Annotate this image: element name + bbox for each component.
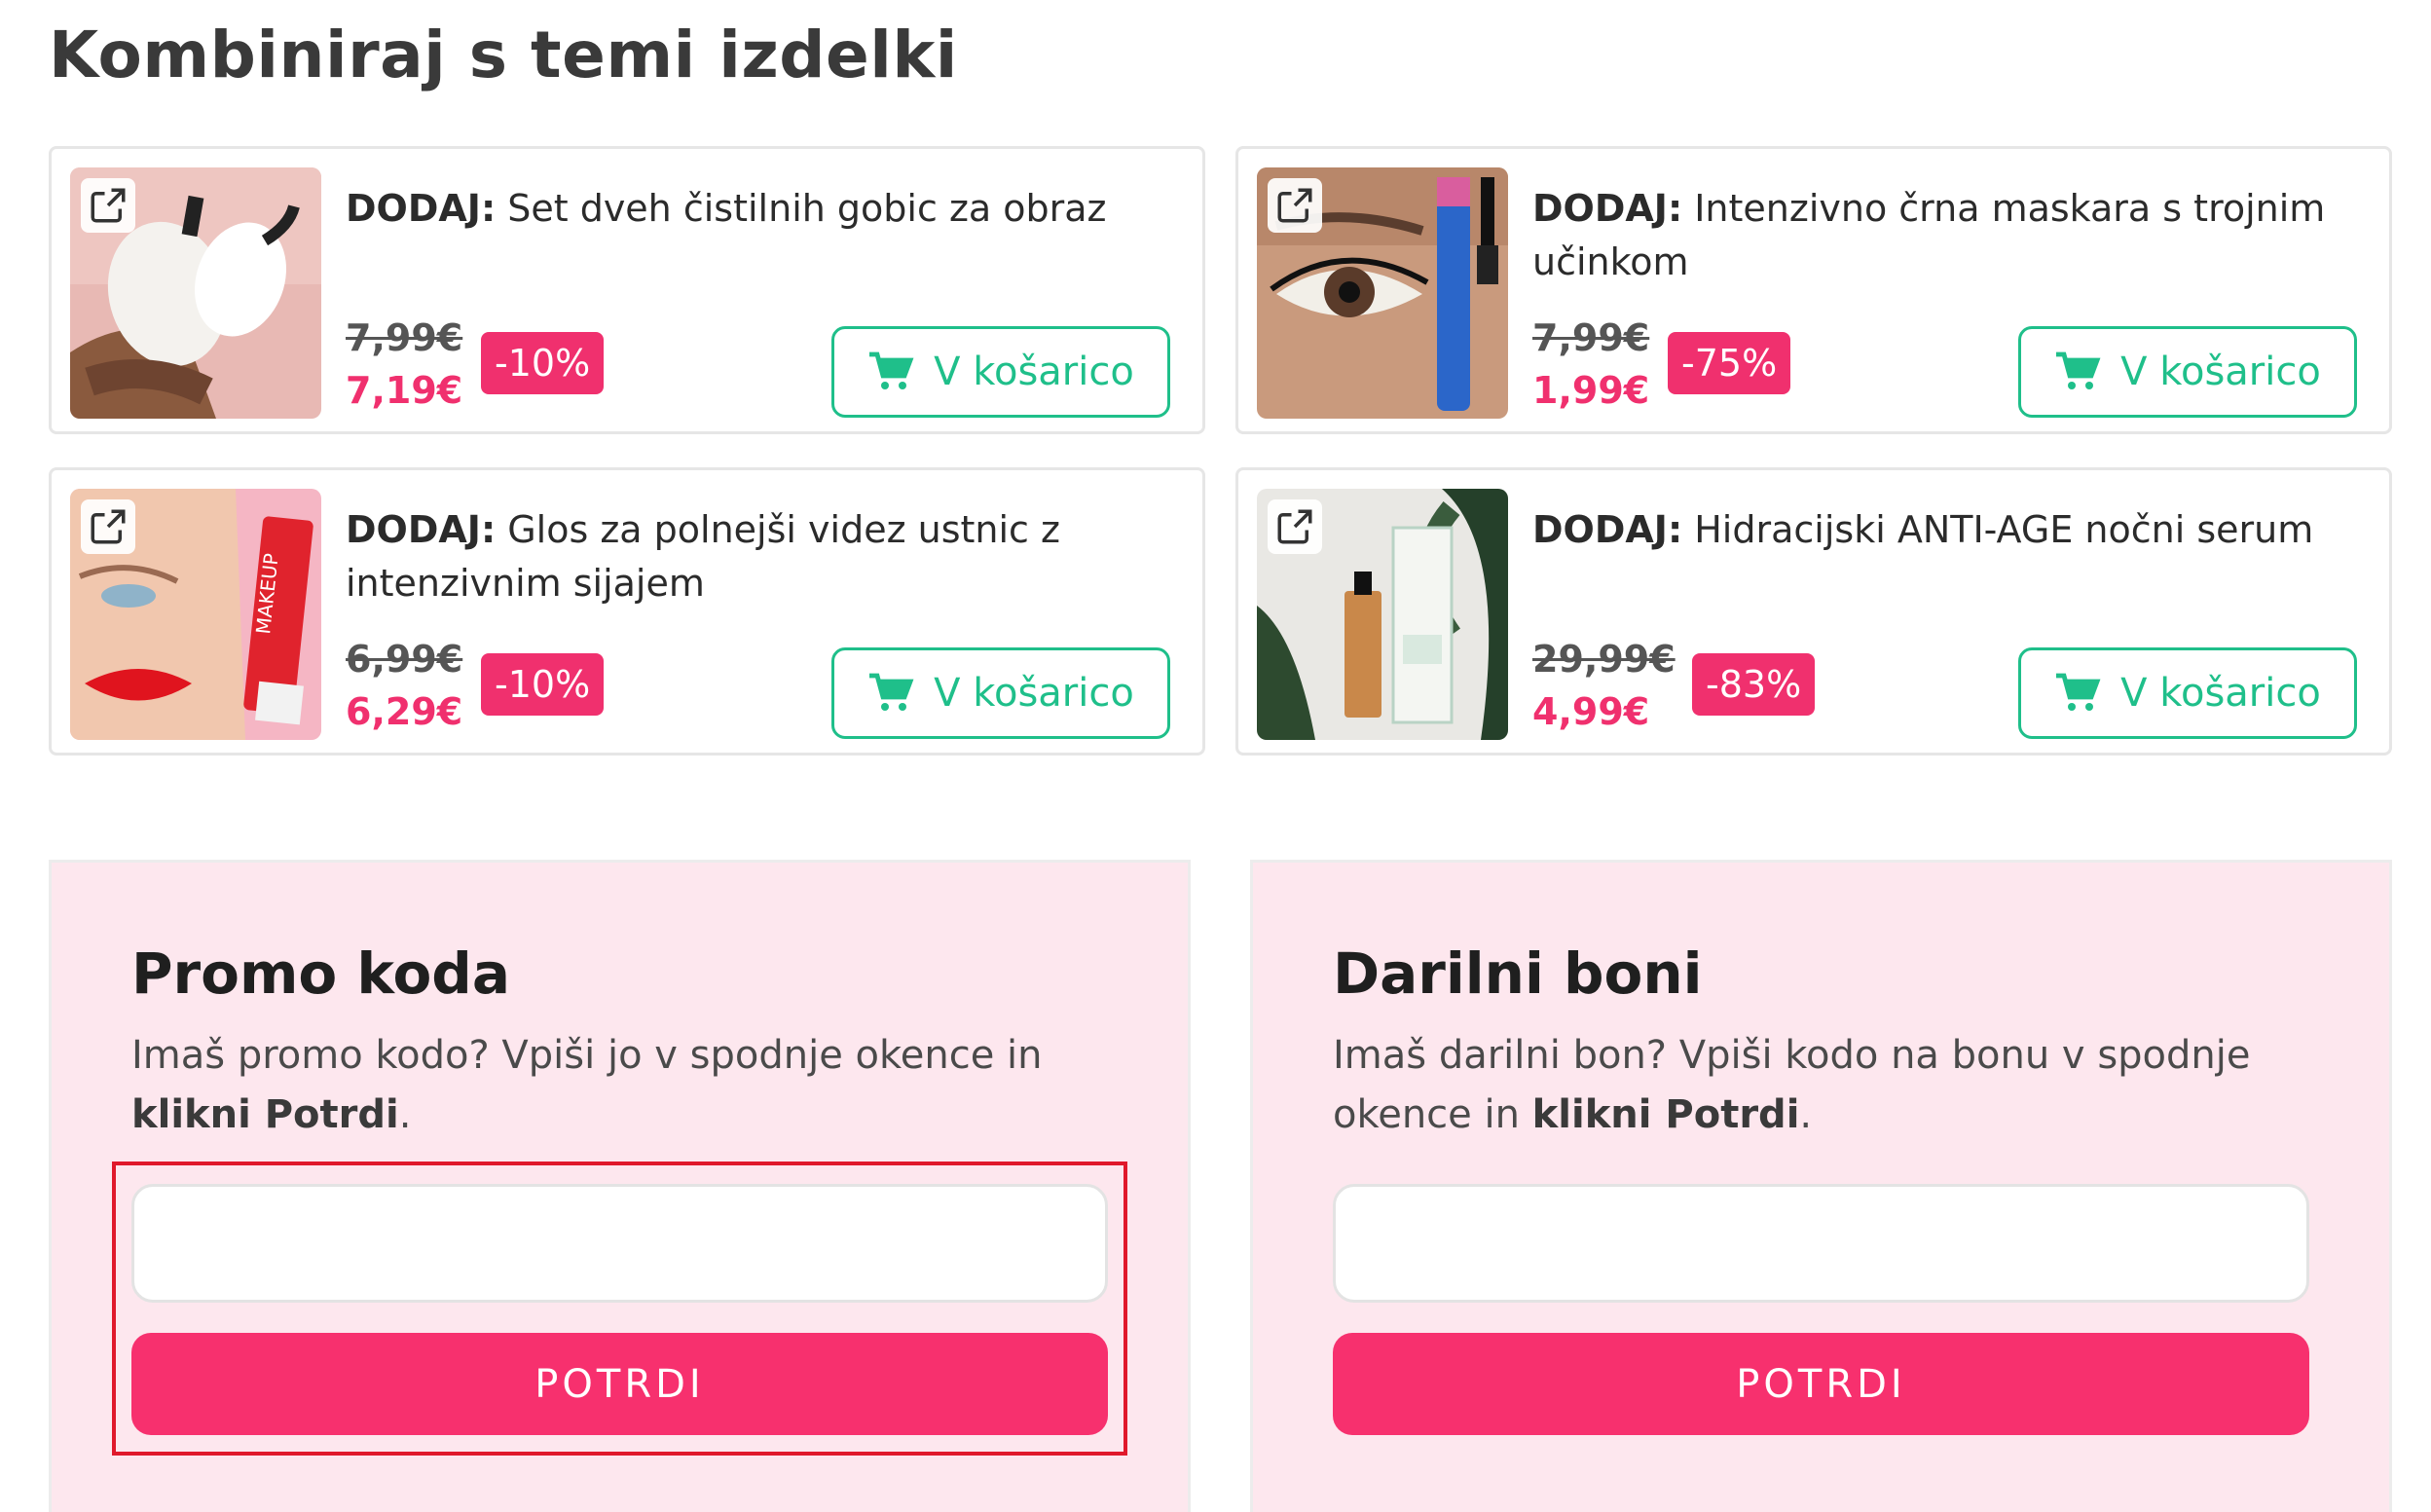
old-price: 6,99€ (346, 638, 463, 681)
product-image-mascara[interactable] (1257, 167, 1508, 419)
cart-button-label: V košarico (2120, 671, 2321, 716)
product-card: DODAJ: Hidracijski ANTI-AGE nočni serum … (1235, 467, 2392, 756)
gift-confirm-button[interactable]: POTRDI (1333, 1333, 2309, 1435)
gift-title: Darilni boni (1333, 940, 1703, 1007)
cart-icon (2056, 673, 2101, 711)
product-name[interactable]: DODAJ: Set dveh čistilnih gobic za obraz (346, 182, 1163, 236)
product-prefix: DODAJ: (346, 508, 497, 551)
discount-badge: -10% (481, 653, 605, 716)
product-title: Hidracijski ANTI-AGE nočni serum (1682, 508, 2314, 551)
old-price: 7,99€ (346, 316, 463, 359)
product-image-lipgloss[interactable]: MAKEUP (70, 489, 321, 740)
product-card: DODAJ: Set dveh čistilnih gobic za obraz… (49, 146, 1205, 434)
open-link-icon[interactable] (1268, 499, 1322, 554)
product-prefix: DODAJ: (346, 187, 497, 230)
old-price: 29,99€ (1532, 638, 1676, 681)
new-price: 4,99€ (1532, 690, 1650, 733)
product-image-serum[interactable] (1257, 489, 1508, 740)
cart-icon (869, 351, 914, 389)
gift-desc-bold: klikni Potrdi (1531, 1092, 1800, 1137)
product-card: DODAJ: Intenzivno črna maskara s trojnim… (1235, 146, 2392, 434)
discount-badge: -75% (1668, 332, 1791, 394)
promo-desc-bold: klikni Potrdi (131, 1092, 399, 1137)
discount-badge: -83% (1692, 653, 1816, 716)
cart-icon (2056, 351, 2101, 389)
highlight-annotation-box (112, 1162, 1127, 1456)
open-link-icon[interactable] (1268, 178, 1322, 233)
promo-desc-text: Imaš promo kodo? Vpiši jo v spodnje oken… (131, 1033, 1043, 1078)
promo-description: Imaš promo kodo? Vpiši jo v spodnje oken… (131, 1026, 1105, 1145)
promo-desc-end: . (398, 1092, 412, 1137)
new-price: 7,19€ (346, 369, 463, 412)
page-title: Kombiniraj s temi izdelki (49, 18, 958, 92)
product-prefix: DODAJ: (1532, 508, 1683, 551)
cart-button-label: V košarico (2120, 350, 2321, 394)
product-name[interactable]: DODAJ: Hidracijski ANTI-AGE nočni serum (1532, 503, 2350, 557)
product-grid: DODAJ: Set dveh čistilnih gobic za obraz… (49, 146, 2392, 759)
product-image-sponges[interactable] (70, 167, 321, 419)
discount-badge: -10% (481, 332, 605, 394)
cart-button-label: V košarico (934, 350, 1134, 394)
product-prefix: DODAJ: (1532, 187, 1683, 230)
open-link-icon[interactable] (81, 499, 135, 554)
old-price: 7,99€ (1532, 316, 1650, 359)
add-to-cart-button[interactable]: V košarico (831, 326, 1170, 418)
promo-title: Promo koda (131, 940, 510, 1007)
add-to-cart-button[interactable]: V košarico (2018, 326, 2357, 418)
product-card: MAKEUP DODAJ: Glos za polnejši videz ust… (49, 467, 1205, 756)
product-name[interactable]: DODAJ: Glos za polnejši videz ustnic z i… (346, 503, 1163, 610)
product-name[interactable]: DODAJ: Intenzivno črna maskara s trojnim… (1532, 182, 2350, 289)
cart-button-label: V košarico (934, 671, 1134, 716)
gift-description: Imaš darilni bon? Vpiši kodo na bonu v s… (1333, 1026, 2306, 1145)
open-link-icon[interactable] (81, 178, 135, 233)
new-price: 6,29€ (346, 690, 463, 733)
add-to-cart-button[interactable]: V košarico (831, 647, 1170, 739)
gift-voucher-panel: Darilni boni Imaš darilni bon? Vpiši kod… (1250, 860, 2392, 1512)
product-title: Set dveh čistilnih gobic za obraz (496, 187, 1107, 230)
add-to-cart-button[interactable]: V košarico (2018, 647, 2357, 739)
gift-code-input[interactable] (1333, 1184, 2309, 1303)
new-price: 1,99€ (1532, 369, 1650, 412)
gift-desc-end: . (1799, 1092, 1813, 1137)
cart-icon (869, 673, 914, 711)
